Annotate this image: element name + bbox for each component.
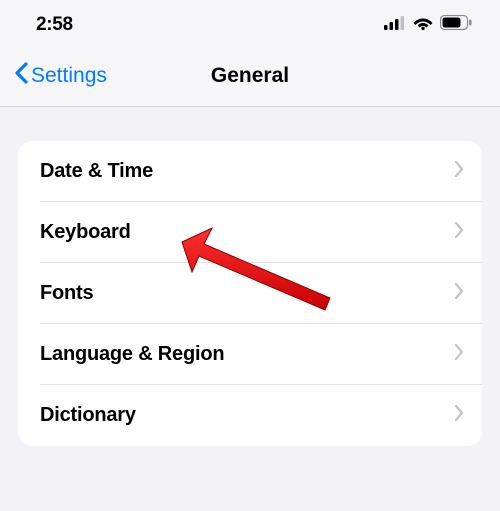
- list-item-language-region[interactable]: Language & Region: [18, 324, 482, 385]
- list-item-label: Dictionary: [40, 404, 136, 427]
- list-item-date-time[interactable]: Date & Time: [18, 141, 482, 202]
- status-time: 2:58: [36, 14, 73, 36]
- content: Date & Time Keyboard Fonts Language & Re…: [0, 107, 500, 446]
- status-icons: [384, 15, 472, 35]
- navigation-bar: Settings General: [0, 44, 500, 107]
- list-item-label: Keyboard: [40, 221, 131, 244]
- chevron-right-icon: [454, 283, 464, 304]
- back-button[interactable]: Settings: [14, 62, 107, 90]
- list-item-label: Language & Region: [40, 343, 224, 366]
- settings-list: Date & Time Keyboard Fonts Language & Re…: [18, 141, 482, 446]
- list-item-keyboard[interactable]: Keyboard: [18, 202, 482, 263]
- wifi-icon: [413, 16, 433, 35]
- chevron-left-icon: [14, 62, 29, 90]
- status-bar: 2:58: [0, 0, 500, 44]
- chevron-right-icon: [454, 161, 464, 182]
- page-title: General: [211, 64, 289, 88]
- cellular-icon: [384, 16, 406, 35]
- list-item-label: Fonts: [40, 282, 93, 305]
- chevron-right-icon: [454, 405, 464, 426]
- chevron-right-icon: [454, 344, 464, 365]
- list-item-fonts[interactable]: Fonts: [18, 263, 482, 324]
- back-label: Settings: [31, 64, 107, 88]
- list-item-dictionary[interactable]: Dictionary: [18, 385, 482, 446]
- chevron-right-icon: [454, 222, 464, 243]
- battery-icon: [440, 15, 472, 35]
- list-item-label: Date & Time: [40, 160, 153, 183]
